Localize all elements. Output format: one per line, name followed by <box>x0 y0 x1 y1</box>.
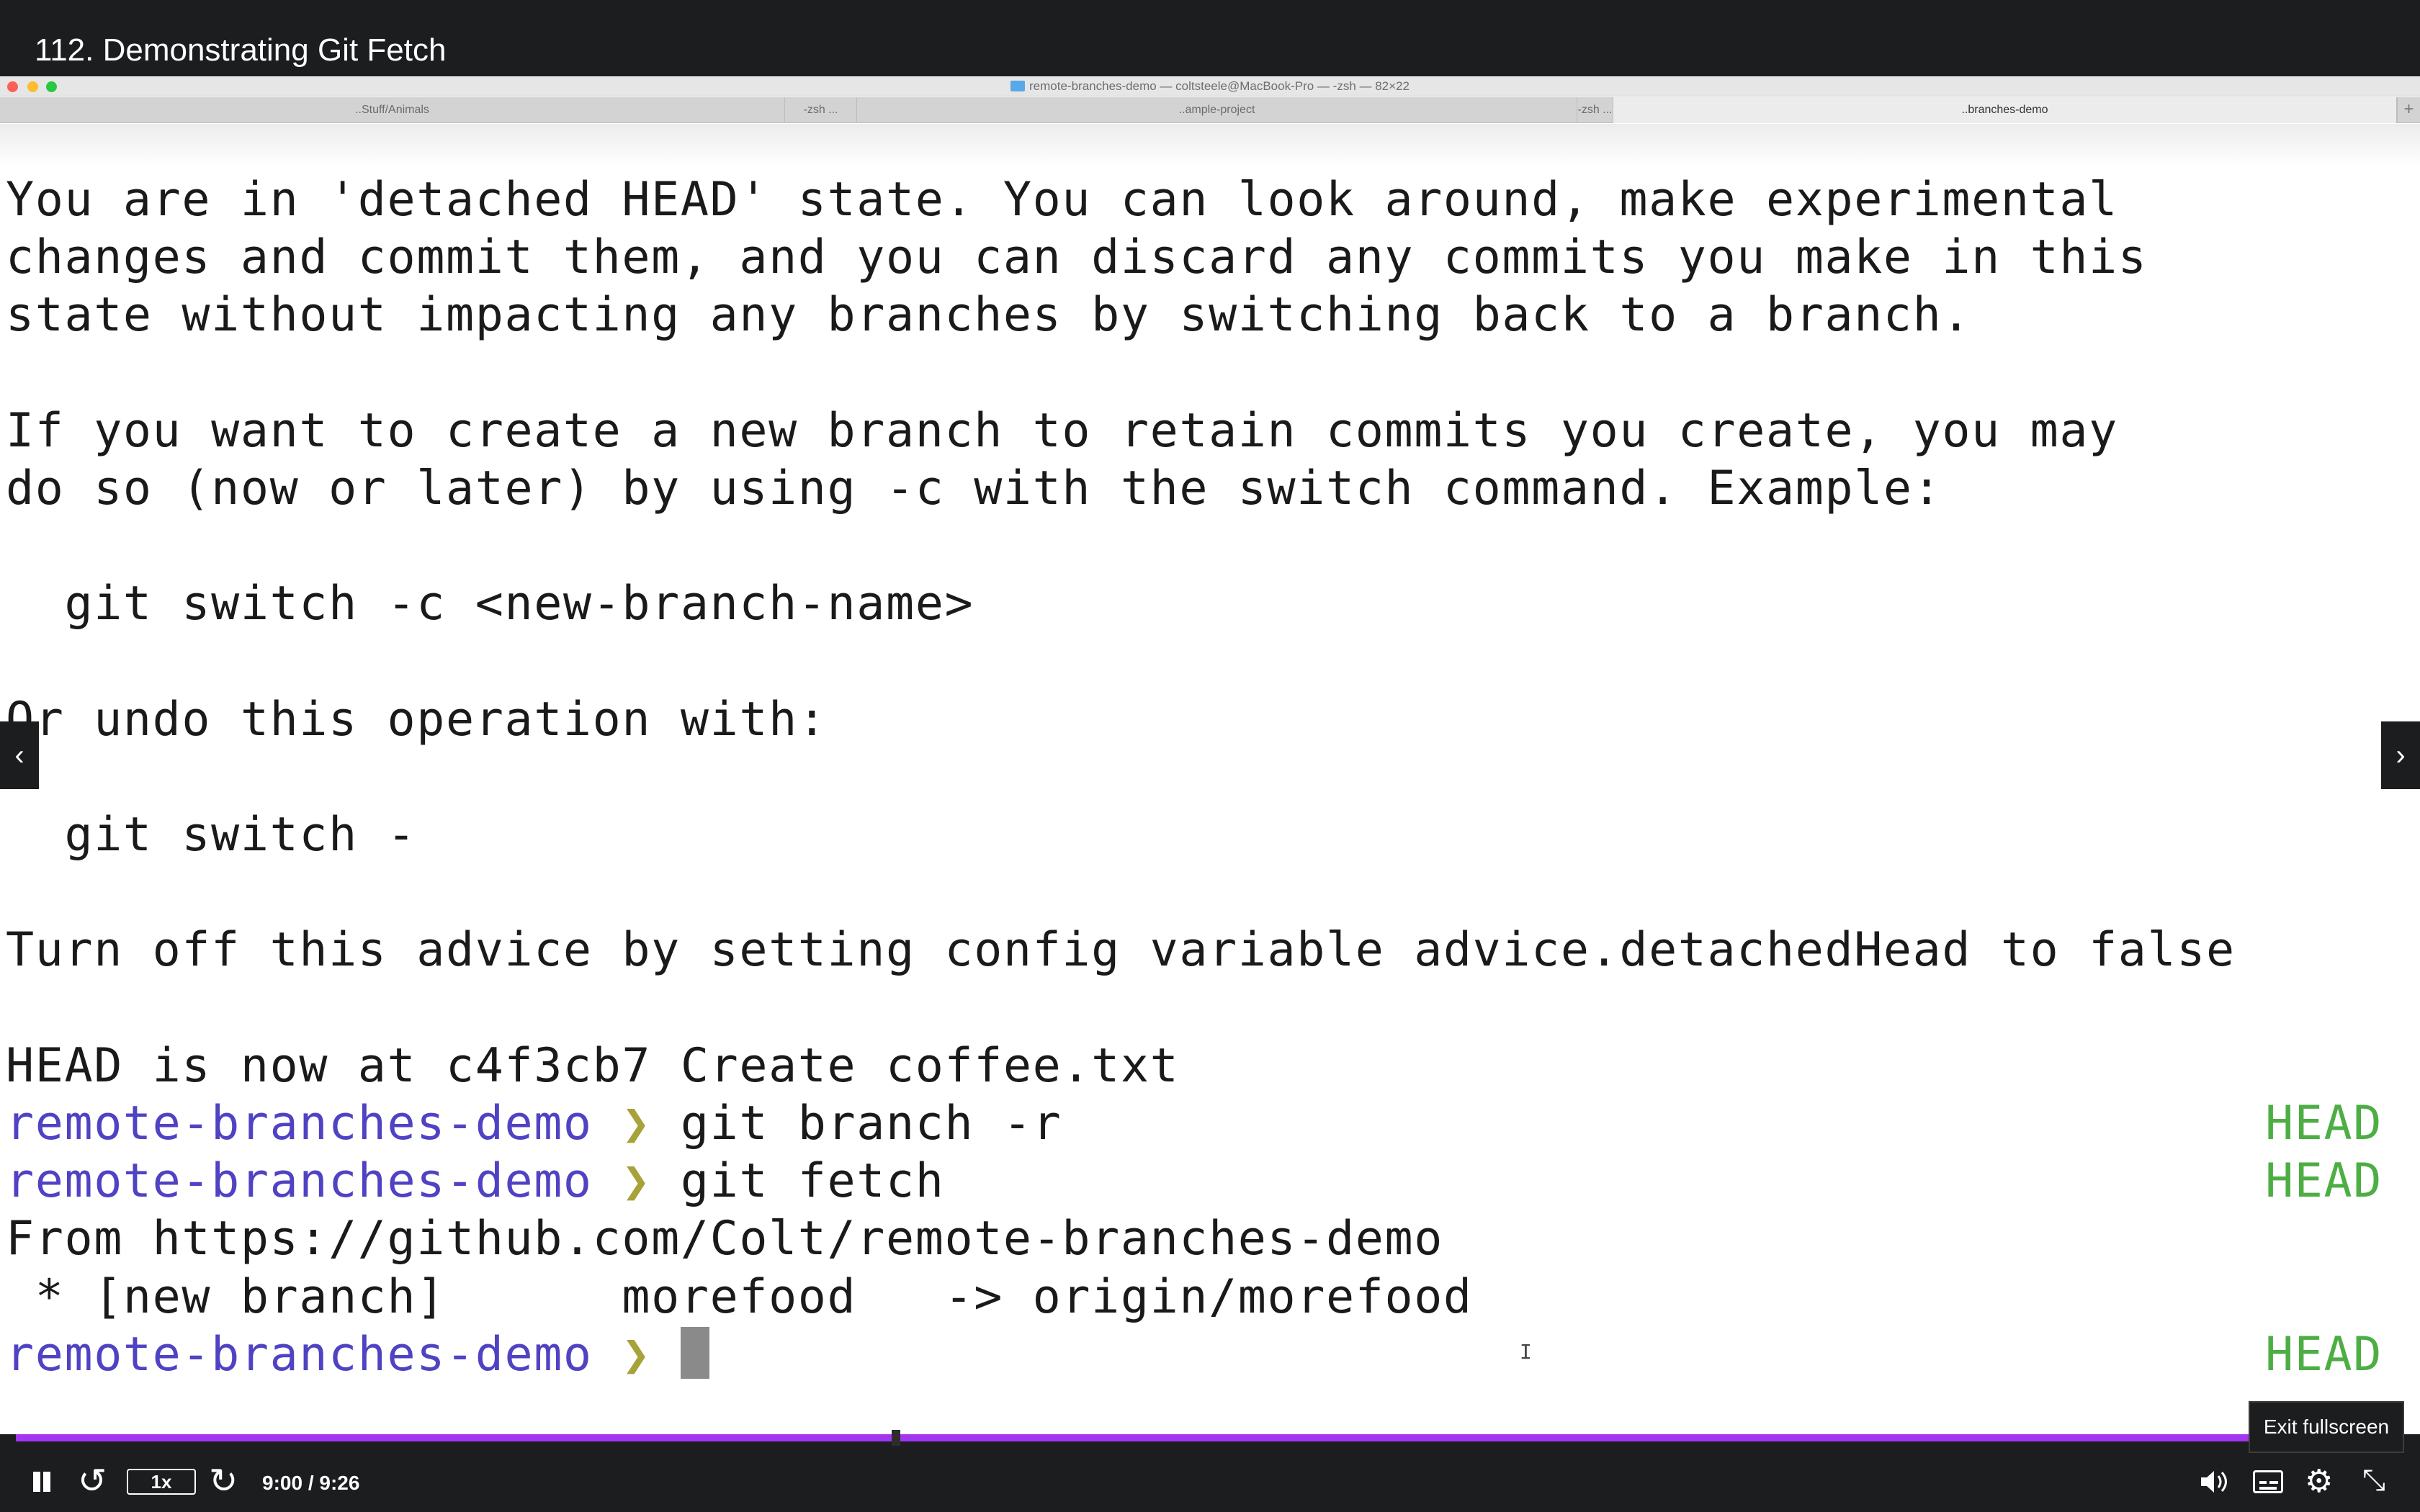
captions-icon <box>2259 1481 2267 1484</box>
terminal-output[interactable]: You are in 'detached HEAD' state. You ca… <box>6 171 2383 1384</box>
tab-zsh-2[interactable]: -zsh ... <box>1577 97 1613 123</box>
prompt-line: remote-branches-demo ❯ git fetch HEAD <box>6 1153 2383 1210</box>
command-text: git branch -r <box>680 1097 1062 1151</box>
terminal-line: Turn off this advice by setting config v… <box>6 923 2236 978</box>
video-control-bar: ↺ 1x ↻ 9:00 / 9:26 ⚙ ⤡ <box>0 1430 2420 1512</box>
prompt-arrow: ❯ <box>622 1154 652 1209</box>
terminal-line: git switch - <box>6 808 417 863</box>
head-tag: HEAD <box>2265 1327 2383 1382</box>
terminal-line: HEAD is now at c4f3cb7 Create coffee.txt <box>6 1038 1180 1093</box>
video-title: 112. Demonstrating Git Fetch <box>35 32 447 68</box>
active-prompt-line[interactable]: remote-branches-demo ❯ HEAD <box>6 1326 2383 1384</box>
head-tag: HEAD <box>2265 1097 2383 1151</box>
window-titlebar[interactable]: remote-branches-demo — coltsteele@MacBoo… <box>0 76 2420 96</box>
prev-lecture-button[interactable]: ‹ <box>0 721 39 789</box>
prompt-dir: remote-branches-demo <box>6 1327 593 1382</box>
folder-icon <box>1010 81 1026 91</box>
tab-bar: ..Stuff/Animals -zsh ... ..ample-project… <box>0 97 2420 123</box>
terminal-line: Or undo this operation with: <box>6 692 828 747</box>
head-tag: HEAD <box>2265 1154 2383 1209</box>
volume-button[interactable] <box>2198 1467 2230 1496</box>
tab-sample-project[interactable]: ..ample-project <box>857 97 1577 123</box>
tab-stuff-animals[interactable]: ..Stuff/Animals <box>0 97 785 123</box>
playback-speed-button[interactable]: 1x <box>127 1469 196 1495</box>
terminal-line: do so (now or later) by using -c with th… <box>6 461 1942 516</box>
pause-icon <box>33 1472 40 1492</box>
tab-zsh-1[interactable]: -zsh ... <box>785 97 857 123</box>
forward-button[interactable]: ↻ <box>209 1464 238 1499</box>
terminal-line: * [new branch] morefood -> origin/morefo… <box>6 1269 1473 1324</box>
volume-icon <box>2201 1471 2227 1493</box>
time-display: 9:00 / 9:26 <box>262 1472 360 1494</box>
exit-fullscreen-icon: ⤡ <box>2362 1464 2385 1496</box>
tab-shadow <box>0 124 2420 167</box>
command-text: git fetch <box>680 1154 945 1209</box>
rewind-button[interactable]: ↺ <box>78 1464 107 1499</box>
prompt-dir: remote-branches-demo <box>6 1097 593 1151</box>
new-tab-button[interactable]: + <box>2397 97 2420 123</box>
prompt-arrow: ❯ <box>622 1097 652 1151</box>
progress-bar[interactable] <box>16 1430 2404 1446</box>
settings-button[interactable]: ⚙ <box>2305 1466 2333 1498</box>
video-title-bar: 112. Demonstrating Git Fetch <box>0 0 2420 76</box>
terminal-cursor <box>680 1326 709 1379</box>
gear-icon: ⚙ <box>2305 1464 2334 1499</box>
next-lecture-button[interactable]: › <box>2381 721 2420 789</box>
window-title-text: remote-branches-demo — coltsteele@MacBoo… <box>1029 79 1410 93</box>
prompt-dir: remote-branches-demo <box>6 1154 593 1209</box>
terminal-line: git switch -c <new-branch-name> <box>6 577 974 631</box>
forward-icon: ↻ <box>209 1462 238 1500</box>
window-title: remote-branches-demo — coltsteele@MacBoo… <box>0 79 2420 94</box>
terminal-line: You are in 'detached HEAD' state. You ca… <box>6 173 2118 227</box>
terminal-line: changes and commit them, and you can dis… <box>6 230 2148 285</box>
terminal-line: state without impacting any branches by … <box>6 288 1972 343</box>
mouse-ibeam-icon: I <box>1520 1340 1532 1364</box>
terminal-line: From https://github.com/Colt/remote-bran… <box>6 1212 1443 1266</box>
terminal-window[interactable]: remote-branches-demo — coltsteele@MacBoo… <box>0 76 2420 1434</box>
captions-button[interactable] <box>2253 1470 2283 1493</box>
chevron-right-icon: › <box>2396 739 2406 771</box>
chevron-left-icon: ‹ <box>14 739 24 771</box>
progress-fill <box>16 1434 2287 1441</box>
progress-handle[interactable] <box>892 1430 900 1446</box>
terminal-line: If you want to create a new branch to re… <box>6 403 2118 458</box>
tab-branches-demo[interactable]: ..branches-demo <box>1613 97 2397 123</box>
prompt-arrow: ❯ <box>622 1327 652 1382</box>
pause-button[interactable] <box>29 1469 55 1495</box>
exit-fullscreen-tooltip: Exit fullscreen <box>2249 1401 2404 1453</box>
prompt-line: remote-branches-demo ❯ git branch -r HEAD <box>6 1095 2383 1153</box>
rewind-icon: ↺ <box>78 1462 107 1500</box>
exit-fullscreen-button[interactable]: ⤡ <box>2362 1466 2385 1495</box>
